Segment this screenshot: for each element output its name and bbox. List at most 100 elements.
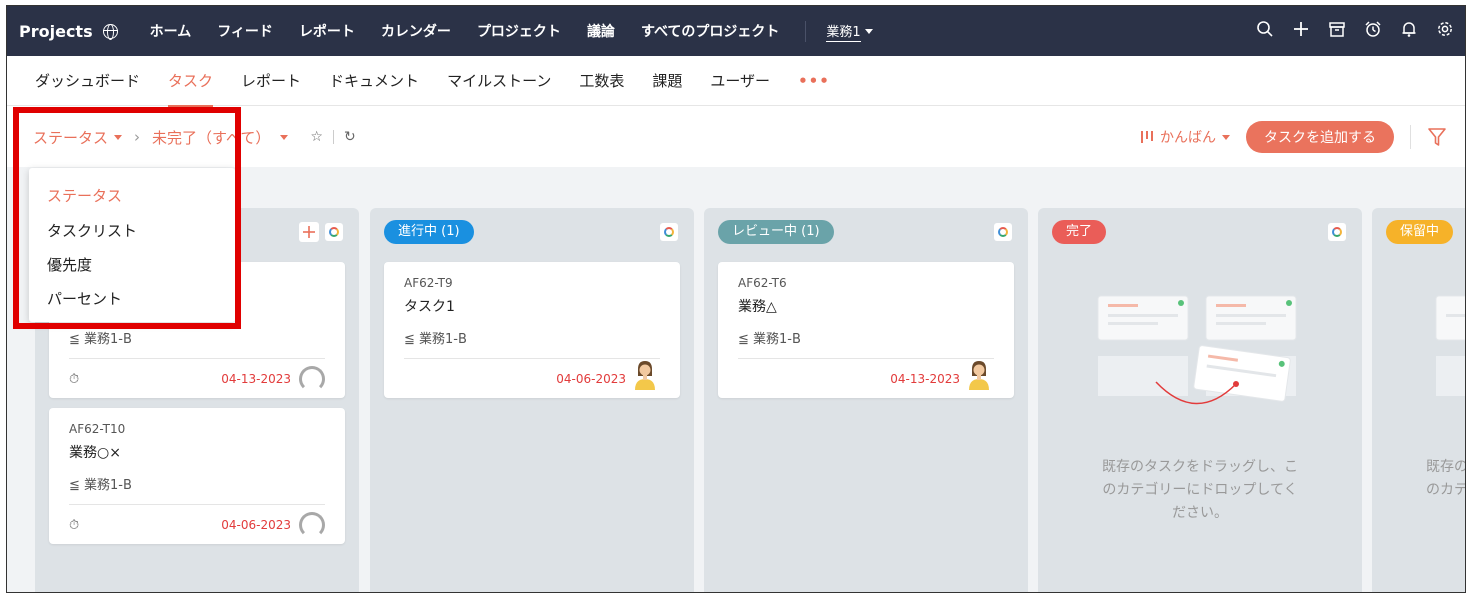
column-color-icon[interactable] [660,223,678,241]
tab-documents[interactable]: ドキュメント [329,70,419,91]
column-status-badge[interactable]: レビュー中 (1) [718,220,834,244]
filter-selector[interactable]: 未完了（すべて） [152,127,289,148]
tasklist-name: 業務1-B [84,478,132,493]
bell-icon[interactable] [1399,19,1419,39]
top-nav-discussions[interactable]: 議論 [587,21,615,41]
kanban-icon [1141,131,1153,143]
alarm-icon[interactable] [1363,19,1383,39]
kanban-column-in-review: レビュー中 (1) AF62-T6 業務△ ≦ 業務1-B 04-13-2023 [704,208,1028,592]
empty-column-illustration [1435,295,1465,396]
group-by-selector[interactable]: ステータス [33,127,123,148]
brand-name: Projects [19,21,93,41]
empty-message-line: のカテ [1426,482,1466,498]
toolbar-right: かんばん タスクを追加する [1140,121,1447,153]
top-nav: ホーム フィード レポート カレンダー プロジェクト 議論 すべてのプロジェクト [150,21,780,41]
kanban-column-in-progress: 進行中 (1) AF62-T9 タスク1 ≦ 業務1-B 04-06-2023 [370,208,694,592]
top-icons [1255,19,1455,39]
globe-icon[interactable] [102,23,118,40]
task-card[interactable]: AF62-T10 業務○× ≦ 業務1-B ⏱ 04-06-2023 [49,408,345,544]
tab-timesheet[interactable]: 工数表 [579,70,624,91]
tasklist-name: 業務1-B [419,332,467,347]
filter-label: 未完了（すべて） [152,128,271,147]
task-id: AF62-T6 [738,276,787,290]
divider [1410,125,1411,149]
refresh-icon[interactable]: ↻ [344,129,356,145]
tab-milestones[interactable]: マイルストーン [447,70,551,91]
dropdown-item-status[interactable]: ステータス [47,185,122,206]
chevron-down-icon [280,134,289,140]
filter-icon[interactable] [1427,126,1447,148]
column-status-badge[interactable]: 完了 [1052,220,1107,244]
settings-icon[interactable] [1435,19,1455,39]
task-toolbar: ステータス › 未完了（すべて） ☆ ↻ かんばん タスクを追加する [7,107,1465,167]
project-selector[interactable]: 業務1 [805,20,873,42]
top-bar: Projects ホーム フィード レポート カレンダー プロジェクト 議論 す… [7,6,1465,56]
tasklist-label: ≦ 業務1-B [69,478,132,493]
timer-icon[interactable]: ⏱ [69,518,79,533]
avatar-icon[interactable] [968,360,990,390]
top-nav-home[interactable]: ホーム [150,21,192,41]
dropdown-item-percent[interactable]: パーセント [47,288,122,309]
task-id: AF62-T9 [404,276,453,290]
divider [738,358,994,359]
view-mode-selector[interactable]: かんばん [1140,127,1230,147]
add-card-icon[interactable] [299,222,319,242]
empty-column-message: 既存のタスクをドラッグし、こ のカテゴリーにドロップしてく ださい。 [1038,456,1362,525]
due-date: 04-13-2023 [890,372,960,386]
view-mode-label: かんばん [1160,130,1216,146]
empty-message-line: 既存の [1426,459,1466,475]
brand[interactable]: Projects [19,22,118,41]
star-icon[interactable]: ☆ [310,129,323,145]
group-by-dropdown: ステータス タスクリスト 優先度 パーセント [29,168,235,322]
empty-message-line: 既存のタスクをドラッグし、こ [1102,459,1298,475]
search-icon[interactable] [1255,19,1275,39]
task-card[interactable]: AF62-T6 業務△ ≦ 業務1-B 04-13-2023 [718,262,1014,398]
project-name: 業務1 [826,21,861,42]
kanban-column-on-hold: 保留中 既存の のカテ [1372,208,1466,592]
task-title[interactable]: 業務○× [69,442,121,462]
task-title[interactable]: タスク1 [404,296,455,316]
task-title[interactable]: 業務△ [738,296,777,316]
column-status-badge[interactable]: 保留中 [1386,220,1454,244]
column-color-icon[interactable] [325,223,343,241]
kanban-column-done: 完了 既存のタスクをドラッグし、こ のカテゴリーにドロップしてく ださい。 [1038,208,1362,592]
top-nav-feed[interactable]: フィード [217,21,273,41]
tasklist-name: 業務1-B [753,332,801,347]
tab-reports[interactable]: レポート [241,70,301,91]
module-tabs: ダッシュボード タスク レポート ドキュメント マイルストーン 工数表 課題 ユ… [7,56,1465,107]
top-nav-projects[interactable]: プロジェクト [477,21,561,41]
breadcrumb: ステータス › 未完了（すべて） [33,127,289,148]
toolbar-icons: ☆ ↻ [310,129,355,145]
task-card[interactable]: AF62-T9 タスク1 ≦ 業務1-B 04-06-2023 [384,262,680,398]
tab-tasks[interactable]: タスク [168,70,214,107]
tab-users[interactable]: ユーザー [710,70,770,91]
chevron-right-icon: › [134,128,141,146]
column-color-icon[interactable] [1328,223,1346,241]
column-status-badge[interactable]: 進行中 (1) [384,220,474,244]
more-tabs-icon[interactable]: ••• [798,72,830,90]
top-nav-calendar[interactable]: カレンダー [381,21,451,41]
empty-message-line: のカテゴリーにドロップしてく [1102,482,1298,498]
avatar-icon[interactable] [634,360,656,390]
dropdown-item-priority[interactable]: 優先度 [47,254,92,275]
top-nav-all-projects[interactable]: すべてのプロジェクト [641,21,779,41]
tab-issues[interactable]: 課題 [652,70,682,91]
due-date: 04-13-2023 [221,372,291,386]
divider [69,358,325,359]
plus-icon[interactable] [1291,19,1311,39]
dropdown-item-tasklist[interactable]: タスクリスト [47,220,137,241]
empty-column-message: 既存の のカテ [1426,456,1466,502]
add-task-button[interactable]: タスクを追加する [1246,121,1394,153]
column-color-icon[interactable] [994,223,1012,241]
store-icon[interactable] [1327,19,1347,39]
top-nav-reports[interactable]: レポート [299,21,355,41]
divider [332,130,334,144]
empty-column-illustration [1097,295,1297,405]
avatar-icon[interactable] [299,366,325,392]
app-window: Projects ホーム フィード レポート カレンダー プロジェクト 議論 す… [6,5,1466,593]
timer-icon[interactable]: ⏱ [69,372,79,387]
task-id: AF62-T10 [69,422,126,436]
avatar-icon[interactable] [299,512,325,538]
tasklist-label: ≦ 業務1-B [404,332,467,347]
tab-dashboard[interactable]: ダッシュボード [35,70,140,91]
